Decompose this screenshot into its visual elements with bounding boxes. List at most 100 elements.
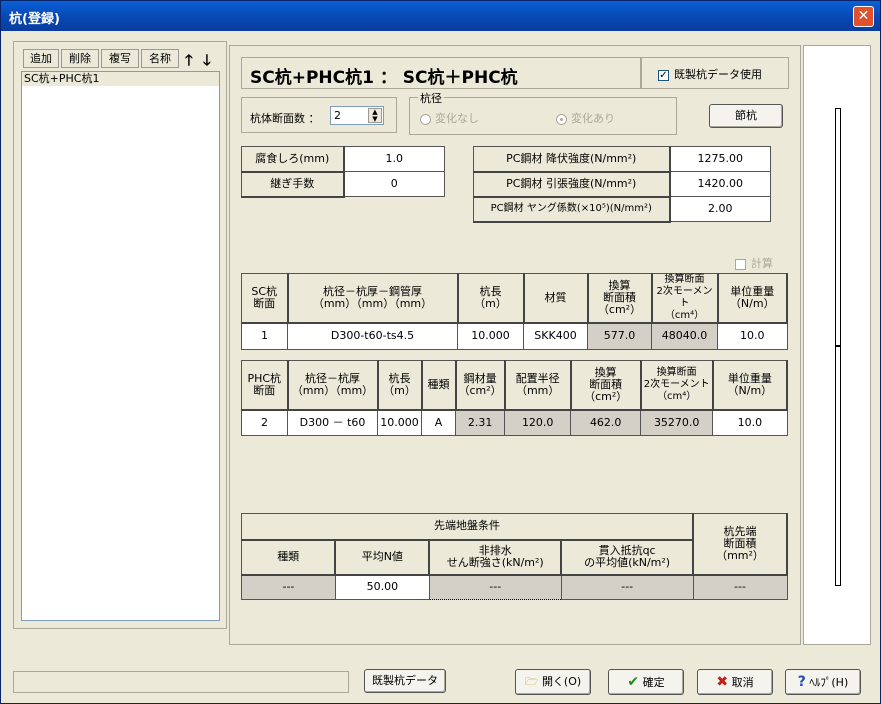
sc-header-section: SC杭 断面: [241, 273, 289, 324]
rename-button[interactable]: 名称: [141, 49, 179, 68]
phc-cell-length[interactable]: 10.000: [377, 409, 422, 436]
table-row: 2 D300 － t60 10.000 A 2.31 120.0 462.0 3…: [241, 409, 788, 436]
phc-cell-weight[interactable]: 10.0: [712, 409, 788, 436]
prefab-box: ✓ 既製杭データ使用: [641, 57, 789, 89]
question-icon: ?: [797, 674, 806, 690]
cancel-label: 取消: [731, 676, 754, 689]
ground-header-tip-area: 杭先端 断面積 （mm²）: [692, 513, 788, 576]
add-button[interactable]: 追加: [23, 49, 59, 68]
phc-cell-section: 2: [241, 409, 288, 436]
prefab-checkbox[interactable]: ✓ 既製杭データ使用: [658, 66, 762, 82]
pc-yield-label: PC鋼材 降伏強度(N/mm²): [473, 146, 671, 173]
joint-pile-button[interactable]: 節杭: [709, 104, 783, 128]
ok-label: 確定: [642, 676, 665, 689]
folder-icon: 🗁: [524, 675, 539, 688]
help-button[interactable]: ? ﾍﾙﾌﾟ(H): [785, 669, 861, 695]
phc-cell-dims[interactable]: D300 － t60: [287, 409, 378, 436]
pc-tensile-label: PC鋼材 引張強度(N/mm²): [473, 171, 671, 198]
sc-cell-weight[interactable]: 10.0: [717, 322, 788, 350]
sc-header-area: 換算 断面積 （cm²）: [587, 273, 653, 324]
calc-checkbox[interactable]: 計算: [735, 255, 773, 271]
spinner-arrows-icon[interactable]: ▲ ▼: [368, 108, 382, 123]
corrosion-table: 腐食しろ(mm) 1.0 継ぎ手数 0: [241, 146, 445, 198]
ground-cell-kind[interactable]: ---: [241, 574, 336, 600]
radio-selected-icon: [556, 113, 567, 125]
title-bar: 杭(登録) ✕: [1, 1, 880, 31]
ground-title: 先端地盤条件: [241, 513, 695, 541]
cancel-button[interactable]: ✖ 取消: [697, 669, 773, 695]
copy-button[interactable]: 複写: [101, 49, 139, 68]
checkmark-icon: ✔: [627, 674, 640, 690]
ground-cell-shear[interactable]: ---: [428, 574, 562, 600]
radio-no-change[interactable]: 変化なし: [420, 110, 479, 126]
joints-field[interactable]: 0: [343, 171, 445, 197]
section-count-label: 杭体断面数 ：: [250, 112, 320, 125]
phc-header-area: 換算 断面積 （cm²）: [570, 360, 642, 411]
sc-cell-length[interactable]: 10.000: [457, 322, 524, 350]
diameter-group: 杭径 変化なし 変化あり: [409, 90, 677, 135]
radio-no-change-label: 変化なし: [435, 112, 479, 125]
ground-cell-n-value[interactable]: 50.00: [334, 574, 430, 600]
phc-header-radius: 配置半径 （mm）: [504, 360, 572, 411]
status-bar: [13, 671, 349, 693]
sc-header-moment: 換算断面 2次モーメント （cm⁴）: [651, 273, 719, 324]
radio-change[interactable]: 変化あり: [556, 110, 615, 126]
phc-header-type: 種類: [421, 360, 457, 411]
sc-cell-section: 1: [241, 322, 288, 350]
open-label: 開く(O): [541, 675, 582, 688]
open-button[interactable]: 🗁 開く(O): [515, 669, 591, 695]
phc-cell-radius: 120.0: [504, 409, 572, 436]
table-row: --- 50.00 --- --- ---: [241, 574, 788, 600]
section-count-box: 杭体断面数 ： 2 ▲ ▼: [241, 97, 397, 133]
sc-cell-dims[interactable]: D300-t60-ts4.5: [287, 322, 458, 350]
sc-header-length: 杭長 （m）: [457, 273, 525, 324]
phc-cell-area: 462.0: [570, 409, 642, 436]
pc-young-label: PC鋼材 ヤング係数(×10⁵)(N/mm²): [473, 196, 671, 223]
ground-header-n-value: 平均N値: [334, 539, 431, 576]
window-title: 杭(登録): [9, 12, 60, 27]
title-box: SC杭+PHC杭1 ： SC杭＋PHC杭: [241, 57, 641, 89]
phc-header-moment: 換算断面 2次モーメント （cm⁴）: [640, 360, 714, 411]
delete-button[interactable]: 削除: [61, 49, 99, 68]
sc-table: SC杭 断面 杭径－杭厚－鋼管厚 （mm）（mm）（mm） 杭長 （m） 材質 …: [241, 273, 788, 350]
section-count-spinner[interactable]: 2 ▲ ▼: [330, 106, 384, 125]
corrosion-label: 腐食しろ(mm): [241, 146, 345, 173]
pc-tensile-field[interactable]: 1420.00: [669, 171, 771, 197]
pile-preview: [803, 45, 871, 645]
phc-cell-type[interactable]: A: [421, 409, 456, 436]
prefab-data-button[interactable]: 既製杭データ: [364, 669, 446, 693]
prefab-label: 既製杭データ使用: [674, 68, 762, 81]
pile-segment-lower: [835, 346, 841, 586]
list-item[interactable]: SC杭+PHC杭1: [22, 72, 219, 86]
radio-change-label: 変化あり: [571, 112, 615, 125]
ground-header-kind: 種類: [241, 539, 337, 576]
pc-young-field[interactable]: 2.00: [669, 196, 771, 222]
sc-cell-material[interactable]: SKK400: [523, 322, 588, 350]
checkbox-icon: [735, 258, 746, 270]
corrosion-field[interactable]: 1.0: [343, 146, 445, 172]
phc-table: PHC杭 断面 杭径－杭厚 （mm）（mm） 杭長 （m） 種類 鋼材量 （cm…: [241, 360, 789, 436]
main-window: 杭(登録) ✕ 追加 削除 複写 名称 🡑 🡓 SC杭+PHC杭1 SC杭+PH…: [0, 0, 881, 704]
calc-label: 計算: [751, 257, 773, 270]
sc-header-material: 材質: [523, 273, 589, 324]
phc-cell-steel: 2.31: [454, 409, 506, 436]
phc-cell-moment: 35270.0: [640, 409, 714, 436]
cross-icon: ✖: [716, 674, 729, 690]
phc-header-length: 杭長 （m）: [377, 360, 423, 411]
radio-icon: [420, 113, 431, 125]
sc-cell-moment: 48040.0: [651, 322, 718, 350]
ok-button[interactable]: ✔ 確定: [608, 669, 684, 695]
phc-header-weight: 単位重量 （N/m）: [712, 360, 789, 411]
ground-cell-qc[interactable]: ---: [560, 574, 694, 600]
close-button[interactable]: ✕: [853, 6, 874, 27]
ground-header-shear: 非排水 せん断強さ(kN/m²): [428, 539, 563, 576]
section-count-value: 2: [334, 109, 341, 122]
pile-list[interactable]: SC杭+PHC杭1: [21, 71, 220, 621]
table-row: 1 D300-t60-ts4.5 10.000 SKK400 577.0 480…: [241, 322, 788, 350]
help-label: ﾍﾙﾌﾟ(H): [809, 676, 849, 689]
sc-header-dims: 杭径－杭厚－鋼管厚 （mm）（mm）（mm）: [287, 273, 459, 324]
sc-header-weight: 単位重量 （N/m）: [717, 273, 788, 324]
phc-header-section: PHC杭 断面: [241, 360, 289, 411]
pc-yield-field[interactable]: 1275.00: [669, 146, 771, 172]
ground-table: 先端地盤条件 杭先端 断面積 （mm²） 種類 平均N値 非排水 せん断強さ(k…: [241, 513, 788, 600]
